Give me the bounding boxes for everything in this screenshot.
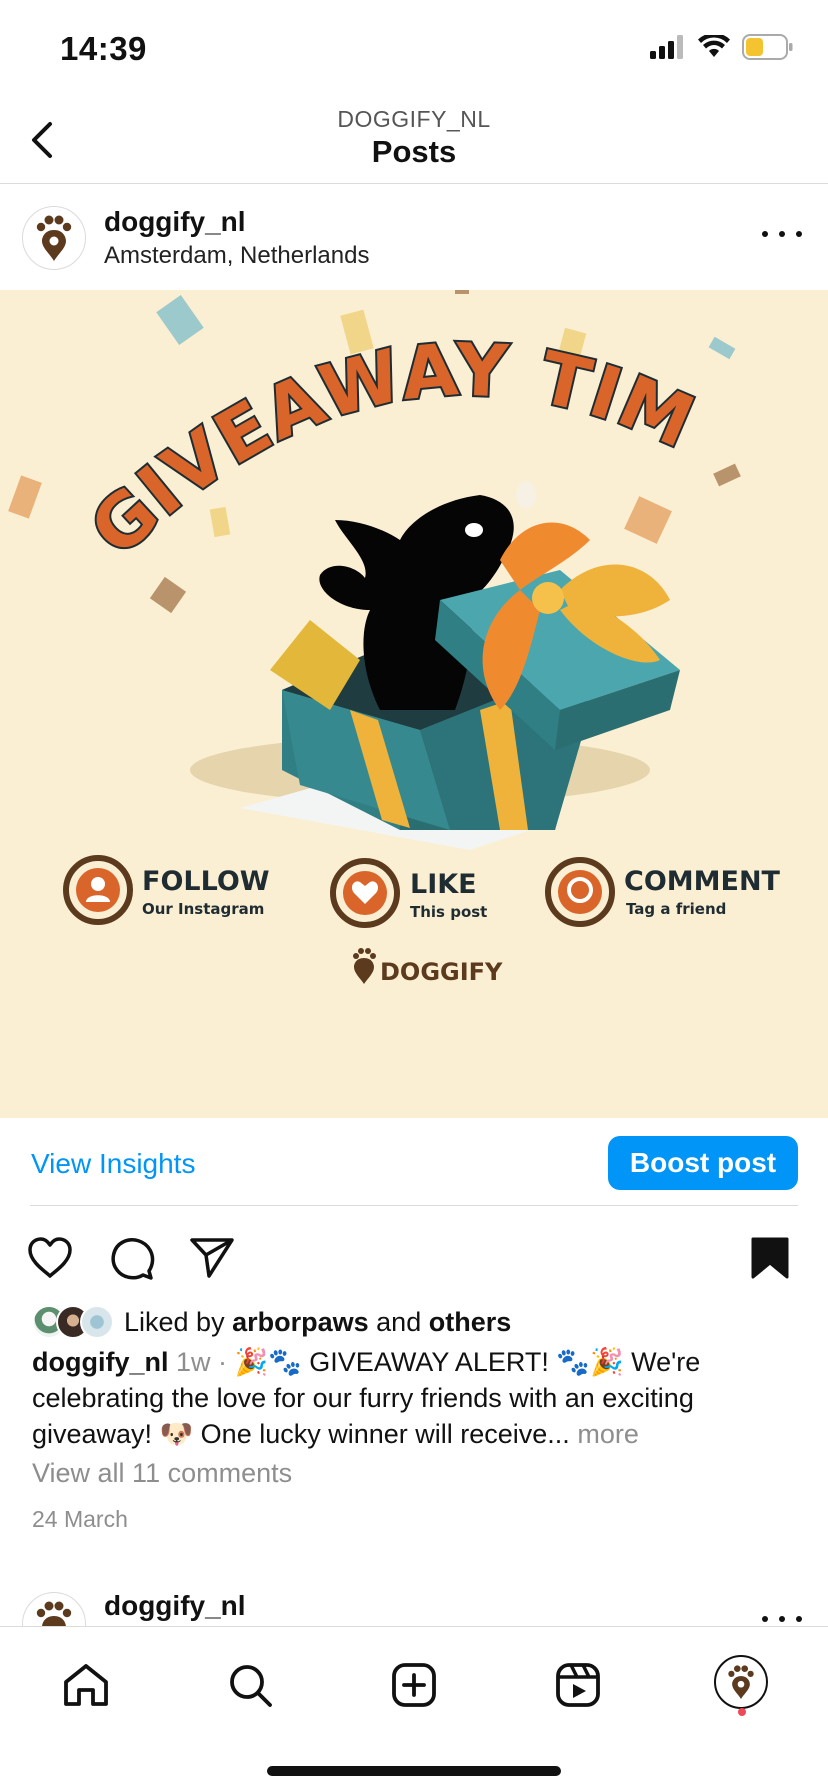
- step-follow-title: FOLLOW: [142, 866, 270, 897]
- step-like: LIKE This post: [330, 858, 487, 928]
- send-icon: [190, 1238, 234, 1278]
- caption-more-link[interactable]: more: [577, 1419, 639, 1449]
- boost-post-button[interactable]: Boost post: [608, 1136, 798, 1190]
- next-post-more-button[interactable]: [762, 1616, 802, 1624]
- create-icon: [392, 1663, 436, 1707]
- likes-prefix: Liked by: [124, 1306, 225, 1337]
- step-follow: FOLLOW Our Instagram: [63, 855, 270, 925]
- giveaway-illustration: GIVEAWAY TIME!: [0, 290, 781, 986]
- caption-username[interactable]: doggify_nl: [32, 1347, 169, 1377]
- profile-avatar-icon: [728, 1665, 754, 1699]
- divider: [30, 1205, 798, 1206]
- home-icon: [64, 1664, 108, 1706]
- status-bar: 14:39: [0, 0, 828, 96]
- tab-home[interactable]: [56, 1655, 116, 1715]
- step-like-title: LIKE: [410, 869, 477, 900]
- comment-icon: [111, 1238, 155, 1280]
- step-like-subtitle: This post: [410, 903, 487, 921]
- notification-dot: [738, 1708, 746, 1716]
- tab-reels[interactable]: [548, 1655, 608, 1715]
- caption-headline: 🎉🐾 GIVEAWAY ALERT! 🐾🎉: [234, 1347, 624, 1377]
- home-indicator[interactable]: [267, 1766, 561, 1776]
- liker-avatars: [32, 1305, 114, 1339]
- view-comments-link[interactable]: View all 11 comments: [32, 1458, 292, 1489]
- cellular-signal-icon: [650, 35, 683, 59]
- more-dot: [779, 1616, 785, 1622]
- brand-name: DOGGIFY: [380, 958, 503, 986]
- doggify-paw-logo-icon: [36, 1601, 72, 1626]
- post-avatar[interactable]: [22, 206, 86, 270]
- doggify-brand: DOGGIFY: [353, 948, 503, 986]
- post-location[interactable]: Amsterdam, Netherlands: [104, 242, 369, 270]
- more-dot: [796, 1616, 802, 1622]
- post-more-button[interactable]: [762, 222, 802, 246]
- step-comment-subtitle: Tag a friend: [626, 900, 726, 918]
- next-post-username[interactable]: doggify_nl: [104, 1590, 246, 1622]
- post-header: doggify_nl Amsterdam, Netherlands: [0, 184, 828, 290]
- header-account-name: DOGGIFY_NL: [337, 106, 491, 132]
- post-action-row: [0, 1226, 828, 1286]
- bookmark-filled-icon: [751, 1237, 789, 1279]
- post-date: 24 March: [32, 1506, 128, 1532]
- avatar: [80, 1305, 114, 1339]
- page-title: Posts: [371, 134, 457, 169]
- search-icon: [230, 1665, 272, 1707]
- more-dot: [779, 231, 785, 237]
- like-button[interactable]: [24, 1232, 76, 1284]
- heart-icon: [28, 1237, 72, 1278]
- doggify-paw-logo-icon: [36, 215, 72, 261]
- step-follow-subtitle: Our Instagram: [142, 900, 264, 918]
- likes-others[interactable]: others: [429, 1307, 512, 1337]
- comment-button[interactable]: [106, 1232, 158, 1284]
- tab-profile[interactable]: [714, 1655, 768, 1709]
- caption-separator: ·: [218, 1347, 228, 1377]
- post-caption: doggify_nl 1w · 🎉🐾 GIVEAWAY ALERT! 🐾🎉 We…: [32, 1344, 802, 1452]
- more-dot: [796, 231, 802, 237]
- step-comment-title: COMMENT: [624, 866, 781, 897]
- post-image[interactable]: GIVEAWAY TIME!: [0, 290, 828, 1118]
- reels-icon: [556, 1663, 600, 1707]
- insights-row: View Insights Boost post: [0, 1118, 828, 1206]
- battery-icon: [742, 34, 793, 60]
- likes-joiner: and: [376, 1306, 422, 1337]
- next-post-avatar[interactable]: [22, 1592, 86, 1626]
- view-insights-link[interactable]: View Insights: [31, 1148, 195, 1180]
- more-dot: [762, 1616, 768, 1622]
- likes-row[interactable]: Liked by arborpaws and others: [32, 1302, 511, 1342]
- post-username[interactable]: doggify_nl: [104, 206, 246, 238]
- status-icons: [650, 34, 794, 60]
- wifi-icon: [698, 35, 730, 57]
- save-button[interactable]: [744, 1232, 796, 1284]
- nav-header: DOGGIFY_NL Posts: [0, 96, 828, 184]
- caption-age: 1w: [176, 1347, 211, 1377]
- status-time: 14:39: [60, 30, 147, 67]
- tab-create[interactable]: [384, 1655, 444, 1715]
- likes-text: Liked by arborpaws and others: [124, 1307, 511, 1338]
- step-comment: COMMENT Tag a friend: [545, 857, 781, 927]
- liker-username[interactable]: arborpaws: [232, 1307, 369, 1337]
- tab-search[interactable]: [220, 1655, 280, 1715]
- next-post-header: doggify_nl: [0, 1590, 828, 1626]
- share-button[interactable]: [186, 1232, 238, 1284]
- more-dot: [762, 231, 768, 237]
